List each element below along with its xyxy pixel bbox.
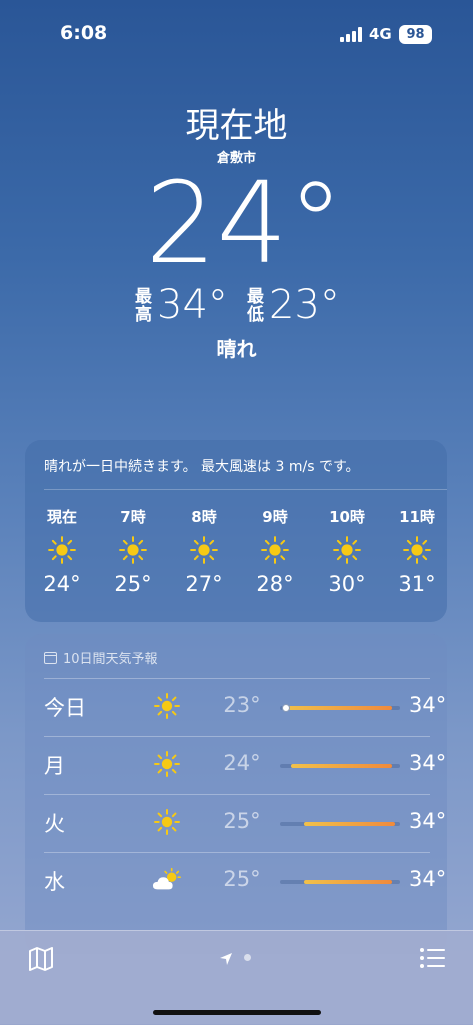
current-temp-dot <box>282 704 290 712</box>
ten-day-forecast-card[interactable]: 10日間天気予報 今日 23° 34° 月 24° 34° 火 25° 34° … <box>25 634 447 954</box>
hourly-item: 8時 27° <box>174 506 234 596</box>
hourly-item: 11時 31° <box>387 506 447 596</box>
daily-row[interactable]: 月 24° 34° <box>44 736 447 793</box>
calendar-icon <box>44 651 57 664</box>
sun-icon <box>317 528 377 572</box>
hourly-temp: 27° <box>185 572 223 596</box>
hourly-time: 11時 <box>399 508 435 526</box>
temperature-range-fill <box>283 706 392 710</box>
high-label-1: 最 <box>135 287 152 307</box>
sun-icon <box>152 807 182 837</box>
hourly-forecast-card[interactable]: 晴れが一日中続きます。 最大風速は 3 m/s です。 現在 24° 7時 25°… <box>25 440 447 622</box>
high-temp: 34° <box>409 693 447 717</box>
hourly-time: 9時 <box>262 508 288 526</box>
hourly-temp: 25° <box>114 572 152 596</box>
low-label-1: 最 <box>247 287 264 307</box>
day-label: 火 <box>44 812 65 836</box>
bottom-toolbar <box>0 930 473 1025</box>
temperature-range-bar <box>280 704 400 712</box>
temperature-range-fill <box>290 764 392 768</box>
hourly-item: 現在 24° <box>32 506 92 596</box>
map-icon[interactable] <box>28 947 54 975</box>
status-bar: 6:08 4G 98 <box>0 0 473 60</box>
low-temp: 23° <box>223 693 261 717</box>
daily-row[interactable]: 水 25° 34° <box>44 852 447 909</box>
divider <box>44 794 430 795</box>
ten-day-header: 10日間天気予報 <box>44 648 158 667</box>
hourly-temp: 31° <box>398 572 436 596</box>
location-arrow-icon[interactable] <box>219 951 233 970</box>
sun-icon <box>174 528 234 572</box>
temperature-range-bar <box>280 764 400 768</box>
weather-condition: 晴れ <box>216 337 257 361</box>
low-temp: 24° <box>223 751 261 775</box>
home-indicator[interactable] <box>153 1010 321 1015</box>
sun-icon <box>387 528 447 572</box>
divider <box>44 489 447 490</box>
sun-icon <box>152 691 182 721</box>
high-low-temperatures: 最 高 34° 最 低 23° <box>0 280 473 330</box>
low-label-2: 低 <box>247 305 264 325</box>
page-indicator-dot[interactable] <box>244 954 251 961</box>
hourly-time: 10時 <box>329 508 365 526</box>
hourly-time: 7時 <box>120 508 146 526</box>
temperature-range-fill <box>304 822 396 826</box>
list-icon[interactable] <box>420 947 446 973</box>
low-temp: 25° <box>223 867 261 891</box>
hourly-item: 10時 30° <box>317 506 377 596</box>
sun-icon <box>245 528 305 572</box>
ten-day-title: 10日間天気予報 <box>63 652 158 667</box>
divider <box>44 736 430 737</box>
daily-row[interactable]: 火 25° 34° <box>44 794 447 851</box>
low-temperature: 23° <box>269 282 340 328</box>
temperature-range-fill <box>304 880 392 884</box>
high-temp: 34° <box>409 751 447 775</box>
temperature-range-bar <box>280 880 400 884</box>
hourly-temp: 24° <box>43 572 81 596</box>
daily-row[interactable]: 今日 23° 34° <box>44 678 447 735</box>
hourly-time: 現在 <box>46 508 77 526</box>
sun-icon <box>32 528 92 572</box>
forecast-summary: 晴れが一日中続きます。 最大風速は 3 m/s です。 <box>44 459 360 475</box>
day-label: 水 <box>44 870 65 894</box>
status-time: 6:08 <box>60 22 108 44</box>
hourly-item: 9時 28° <box>245 506 305 596</box>
hourly-temp: 30° <box>328 572 366 596</box>
location-title: 現在地 <box>185 106 288 146</box>
day-label: 今日 <box>44 696 86 720</box>
current-temperature: 24° <box>145 159 344 289</box>
sun-icon <box>103 528 163 572</box>
battery-icon: 98 <box>399 25 432 44</box>
divider <box>44 678 430 679</box>
hourly-temp: 28° <box>256 572 294 596</box>
partly-cloudy-icon <box>152 865 182 895</box>
high-temp: 34° <box>409 867 447 891</box>
network-type: 4G <box>369 25 392 43</box>
high-label-2: 高 <box>135 305 152 325</box>
hourly-time: 8時 <box>191 508 217 526</box>
sun-icon <box>152 749 182 779</box>
high-temp: 34° <box>409 809 447 833</box>
day-label: 月 <box>44 754 65 778</box>
low-temp: 25° <box>223 809 261 833</box>
high-temperature: 34° <box>157 282 228 328</box>
cellular-signal-icon <box>340 27 364 42</box>
divider <box>44 852 430 853</box>
hourly-item: 7時 25° <box>103 506 163 596</box>
temperature-range-bar <box>280 822 400 826</box>
